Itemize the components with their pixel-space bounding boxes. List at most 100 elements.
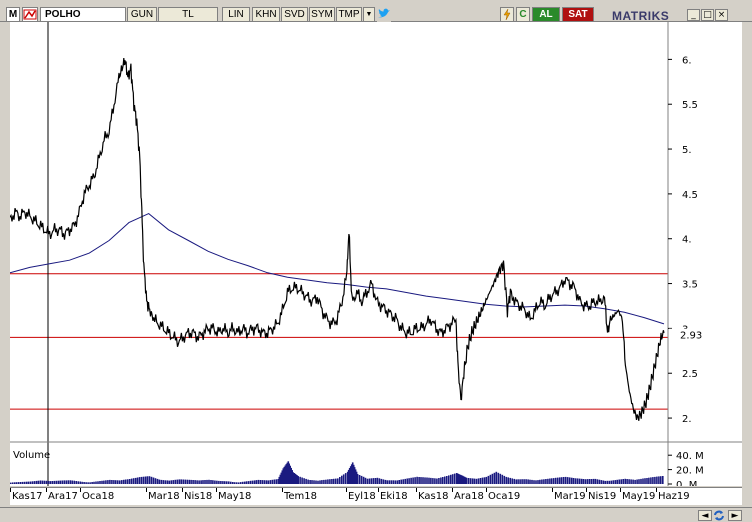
chevron-left-icon[interactable]: ◄ bbox=[698, 510, 712, 521]
menu-button[interactable]: M bbox=[6, 7, 20, 22]
volume-bar bbox=[555, 477, 557, 484]
volume-bar bbox=[206, 479, 208, 484]
volume-bar bbox=[335, 478, 337, 484]
volume-bar bbox=[218, 480, 220, 484]
volume-bar bbox=[101, 480, 103, 484]
y-tick-label-0: 6. bbox=[682, 55, 692, 66]
volume-bar bbox=[446, 476, 448, 484]
volume-bar bbox=[646, 478, 648, 484]
volume-bar bbox=[594, 478, 597, 484]
volume-bar bbox=[614, 480, 617, 484]
volume-bar bbox=[152, 477, 155, 484]
volume-bar bbox=[261, 480, 264, 484]
time-axis: Kas17 Ara17 Oca18 Mar18 Nis18 May18 Tem18 Eyl18… bbox=[10, 487, 742, 505]
y-tick-label-1: 5.5 bbox=[682, 100, 698, 111]
volume-bar bbox=[202, 480, 204, 484]
volume-bar bbox=[105, 480, 107, 484]
last-price-label: 2.93 bbox=[680, 331, 702, 342]
x-tick-0 bbox=[10, 488, 11, 492]
price-chart[interactable]: 6.5.55.4.54.3.53.2.52. 2.93 Volume 40. M… bbox=[9, 22, 742, 491]
volume-bar bbox=[372, 478, 375, 484]
volume-bar bbox=[51, 481, 54, 484]
volume-bar bbox=[83, 482, 85, 484]
linear-scale-button[interactable]: LIN bbox=[222, 7, 250, 22]
svd-button[interactable]: SVD bbox=[281, 7, 308, 22]
volume-bar bbox=[154, 478, 157, 484]
volume-bar bbox=[650, 477, 652, 484]
volume-bar bbox=[384, 479, 387, 484]
volume-bar bbox=[150, 476, 153, 484]
y-tick-label-4: 4. bbox=[682, 235, 692, 246]
lightning-icon[interactable] bbox=[500, 7, 514, 22]
volume-bar bbox=[517, 479, 519, 484]
template-dropdown-button[interactable]: ▼ bbox=[363, 7, 375, 22]
volume-bar bbox=[483, 477, 486, 484]
khn-button[interactable]: KHN bbox=[252, 7, 280, 22]
sell-button[interactable]: SAT bbox=[562, 7, 594, 22]
volume-bar bbox=[612, 480, 615, 484]
volume-bar bbox=[344, 473, 347, 484]
x-tick-12 bbox=[552, 488, 553, 492]
x-tick-label-8: Eki18 bbox=[380, 491, 408, 502]
x-tick-2 bbox=[80, 488, 81, 492]
maximize-button[interactable]: □ bbox=[701, 9, 714, 21]
volume-bar bbox=[109, 479, 111, 484]
price-line bbox=[9, 57, 665, 421]
volume-bar bbox=[406, 478, 408, 484]
volume-bar bbox=[117, 480, 119, 484]
scroll-bar[interactable]: ◄ ► bbox=[0, 507, 752, 522]
volume-bar bbox=[487, 475, 490, 484]
volume-bar bbox=[475, 478, 478, 484]
x-tick-9 bbox=[416, 488, 417, 492]
x-tick-label-1: Ara17 bbox=[48, 491, 78, 502]
volume-bar bbox=[97, 481, 99, 484]
close-button[interactable]: × bbox=[715, 9, 728, 21]
c-button[interactable]: C bbox=[516, 7, 530, 22]
period-selector[interactable]: GUN bbox=[127, 7, 157, 22]
volume-bar bbox=[309, 480, 311, 484]
symbol-field[interactable]: POLHO bbox=[40, 7, 126, 22]
volume-bar bbox=[69, 480, 72, 484]
volume-bar bbox=[408, 478, 410, 484]
y-tick-label-7: 2.5 bbox=[682, 369, 698, 380]
volume-bar bbox=[37, 480, 40, 484]
volume-bar bbox=[156, 478, 159, 484]
volume-bar bbox=[630, 479, 632, 484]
volume-bar bbox=[15, 482, 18, 484]
volume-bar bbox=[442, 477, 444, 484]
template-button[interactable]: TMP bbox=[336, 7, 362, 22]
volume-bar bbox=[380, 478, 383, 484]
volume-bar bbox=[493, 472, 496, 484]
volume-bar bbox=[172, 480, 175, 484]
volume-bar bbox=[103, 480, 105, 484]
volume-bar bbox=[525, 479, 527, 484]
x-tick-6 bbox=[282, 488, 283, 492]
volume-bar bbox=[626, 479, 628, 484]
volume-bar bbox=[146, 476, 149, 484]
volume-bar bbox=[412, 477, 414, 484]
chevron-right-icon[interactable]: ► bbox=[728, 510, 742, 521]
volume-bar bbox=[61, 480, 64, 484]
volume-bar bbox=[400, 479, 402, 484]
volume-bar bbox=[521, 479, 523, 484]
x-tick-label-7: Eyl18 bbox=[348, 491, 376, 502]
refresh-icon[interactable] bbox=[712, 509, 726, 522]
volume-bar bbox=[99, 481, 101, 484]
sym-button[interactable]: SYM bbox=[309, 7, 335, 22]
volume-bar bbox=[222, 481, 224, 484]
volume-bar bbox=[247, 481, 250, 484]
twitter-icon[interactable] bbox=[377, 7, 391, 22]
volume-bar bbox=[511, 478, 513, 484]
volume-bar bbox=[144, 476, 147, 484]
volume-bar bbox=[592, 478, 595, 484]
brand-logo: MATRIKS bbox=[612, 9, 670, 23]
chart-canvas[interactable]: 6.5.55.4.54.3.53.2.52. 2.93 Volume 40. M… bbox=[9, 22, 742, 491]
volume-bar bbox=[138, 477, 141, 484]
minimize-button[interactable]: _ bbox=[687, 9, 700, 21]
volume-bar bbox=[505, 476, 508, 484]
buy-button[interactable]: AL bbox=[532, 7, 560, 22]
currency-selector[interactable]: TL bbox=[158, 7, 218, 22]
volume-bar bbox=[398, 480, 400, 484]
volume-bar bbox=[148, 476, 151, 484]
volume-bar bbox=[491, 473, 494, 484]
